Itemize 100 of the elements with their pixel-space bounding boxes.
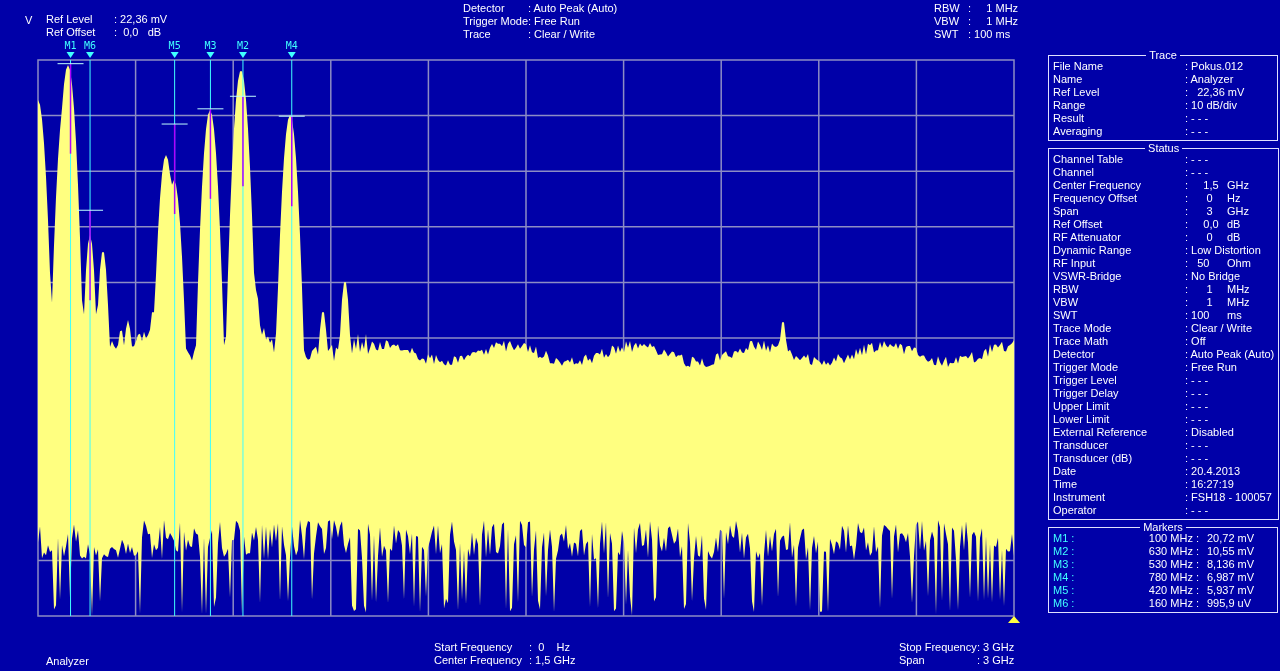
setting-label: Span bbox=[899, 654, 926, 667]
row-value: : - - - bbox=[1185, 112, 1209, 125]
row-value: : - - - bbox=[1185, 387, 1209, 400]
row-label: Ref Offset bbox=[1053, 218, 1104, 231]
marker-value: 5,937 mV bbox=[1206, 584, 1255, 597]
row-label: Span bbox=[1053, 205, 1080, 218]
row-value: : - - - bbox=[1185, 439, 1209, 452]
row-label: RBW bbox=[1053, 283, 1080, 296]
marker-triangle-icon bbox=[66, 52, 75, 58]
row-value: : - - - bbox=[1185, 374, 1209, 387]
row-label: Name bbox=[1053, 73, 1084, 86]
row-value: : 10 dB/div bbox=[1185, 99, 1237, 112]
row-label: Trace Mode bbox=[1053, 322, 1113, 335]
row-label: External Reference bbox=[1053, 426, 1149, 439]
marker-label: M6 bbox=[84, 40, 97, 51]
setting-value: : 3 GHz bbox=[977, 654, 1015, 667]
marker-frequency: 530 MHz : bbox=[1147, 558, 1199, 571]
marker-name: M5 : bbox=[1053, 584, 1076, 597]
row-label: RF Input bbox=[1053, 257, 1097, 270]
row-value: : Pokus.012 bbox=[1185, 60, 1244, 73]
setting-label: Trace bbox=[463, 28, 492, 41]
row-value: : Disabled bbox=[1185, 426, 1234, 439]
marker-frequency: 630 MHz : bbox=[1147, 545, 1199, 558]
row-unit: dB bbox=[1226, 218, 1241, 231]
marker-name: M2 : bbox=[1053, 545, 1076, 558]
row-label: Frequency Offset bbox=[1053, 192, 1139, 205]
panel-title: Status bbox=[1147, 143, 1181, 153]
setting-value: : Auto Peak (Auto) bbox=[528, 2, 618, 15]
setting-label: Trigger Mode bbox=[463, 15, 528, 28]
row-value: : - - - bbox=[1185, 504, 1209, 517]
setting-label: Detector bbox=[463, 2, 506, 15]
marker-triangle-icon bbox=[206, 52, 215, 58]
setting-value: : 0 Hz bbox=[529, 641, 570, 654]
setting-value: : 1,5 GHz bbox=[529, 654, 576, 667]
marker-frequency: 160 MHz : bbox=[1147, 597, 1199, 610]
marker-value: 8,136 mV bbox=[1206, 558, 1255, 571]
row-value: : 0,0 bbox=[1185, 218, 1220, 231]
marker-value: 6,987 mV bbox=[1206, 571, 1255, 584]
marker-label: M1 bbox=[64, 40, 77, 51]
row-value: : 1,5 bbox=[1185, 179, 1220, 192]
row-unit: MHz bbox=[1226, 283, 1250, 296]
row-label: SWT bbox=[1053, 309, 1079, 322]
row-value: : 50 bbox=[1185, 257, 1211, 270]
unit-label: V bbox=[24, 13, 34, 28]
marker-name: M4 : bbox=[1053, 571, 1076, 584]
row-value: : 20.4.2013 bbox=[1185, 465, 1241, 478]
row-label: Dynamic Range bbox=[1053, 244, 1133, 257]
row-label: File Name bbox=[1053, 60, 1105, 73]
row-unit: Hz bbox=[1226, 192, 1241, 205]
row-label: Transducer (dB) bbox=[1053, 452, 1134, 465]
marker-value: 20,72 mV bbox=[1206, 532, 1255, 545]
row-value: : 22,36 mV bbox=[1185, 86, 1245, 99]
marker-label: M2 bbox=[236, 40, 249, 51]
setting-value: : 1 MHz bbox=[968, 2, 1019, 15]
setting-value: : 3 GHz bbox=[977, 641, 1015, 654]
row-label: Trace Math bbox=[1053, 335, 1110, 348]
setting-label: SWT bbox=[934, 28, 960, 41]
setting-label: Ref Level bbox=[46, 13, 94, 26]
row-unit: Ohm bbox=[1226, 257, 1251, 270]
marker-name: M6 : bbox=[1053, 597, 1076, 610]
setting-label: Stop Frequency bbox=[899, 641, 977, 654]
marker-triangle-icon bbox=[170, 52, 179, 58]
row-value: : - - - bbox=[1185, 125, 1209, 138]
setting-label: Ref Offset bbox=[46, 26, 97, 39]
row-value: : Free Run bbox=[1185, 361, 1237, 374]
row-value: : - - - bbox=[1185, 452, 1209, 465]
row-unit: MHz bbox=[1226, 296, 1250, 309]
row-value: : - - - bbox=[1185, 153, 1209, 166]
row-value: : Clear / Write bbox=[1185, 322, 1253, 335]
row-label: Trigger Mode bbox=[1053, 361, 1119, 374]
row-label: Channel bbox=[1053, 166, 1095, 179]
row-label: Result bbox=[1053, 112, 1086, 125]
row-value: : - - - bbox=[1185, 166, 1209, 179]
row-value: : Auto Peak (Auto) bbox=[1185, 348, 1275, 361]
row-label: Ref Level bbox=[1053, 86, 1101, 99]
row-value: : Off bbox=[1185, 335, 1206, 348]
setting-value: : Free Run bbox=[528, 15, 580, 28]
setting-label: Start Frequency bbox=[434, 641, 514, 654]
row-value: : 1 bbox=[1185, 296, 1214, 309]
marker-name: M3 : bbox=[1053, 558, 1076, 571]
row-label: Center Frequency bbox=[1053, 179, 1143, 192]
setting-value: : 0,0 dB bbox=[114, 26, 162, 39]
row-label: Time bbox=[1053, 478, 1079, 491]
marker-name: M1 : bbox=[1053, 532, 1076, 545]
reference-triangle-icon bbox=[1008, 616, 1020, 623]
row-value: : - - - bbox=[1185, 400, 1209, 413]
row-label: Transducer bbox=[1053, 439, 1110, 452]
marker-frequency: 780 MHz : bbox=[1147, 571, 1199, 584]
row-label: Operator bbox=[1053, 504, 1098, 517]
row-label: Date bbox=[1053, 465, 1078, 478]
marker-triangle-icon bbox=[287, 52, 296, 58]
row-label: Channel Table bbox=[1053, 153, 1125, 166]
row-value: : No Bridge bbox=[1185, 270, 1241, 283]
row-value: : 0 bbox=[1185, 231, 1214, 244]
marker-value: 10,55 mV bbox=[1206, 545, 1255, 558]
row-label: RF Attenuator bbox=[1053, 231, 1122, 244]
row-label: Instrument bbox=[1053, 491, 1106, 504]
row-label: Trigger Level bbox=[1053, 374, 1118, 387]
row-label: Upper Limit bbox=[1053, 400, 1111, 413]
row-value: : 0 bbox=[1185, 192, 1214, 205]
